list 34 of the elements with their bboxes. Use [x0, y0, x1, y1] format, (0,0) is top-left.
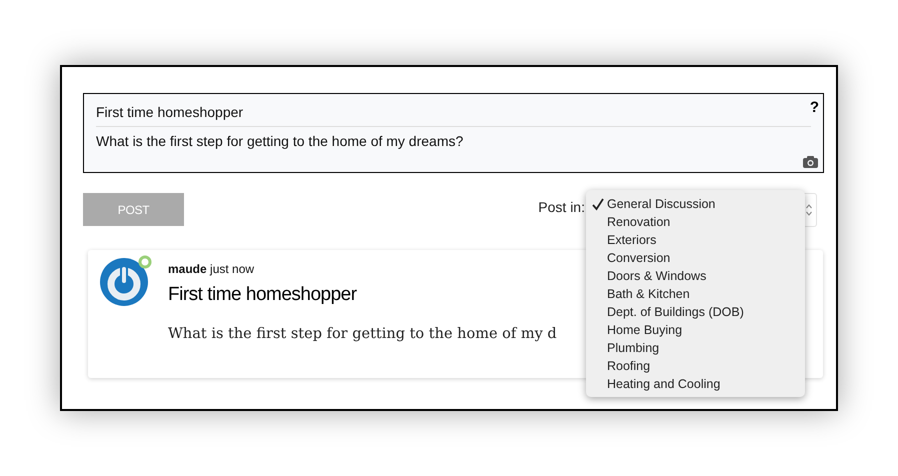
post-body: What is the first step for getting to the home of my d [168, 326, 557, 342]
help-link[interactable]: ? [810, 99, 819, 116]
menu-item[interactable]: Renovation [586, 213, 805, 231]
title-input[interactable]: First time homeshopper [96, 94, 811, 127]
menu-item[interactable]: Conversion [586, 249, 805, 267]
menu-item-label: Heating and Cooling [607, 377, 720, 391]
menu-item-label: Home Buying [607, 323, 682, 337]
menu-item-label: Bath & Kitchen [607, 287, 690, 301]
post-title[interactable]: First time homeshopper [168, 284, 557, 306]
menu-item[interactable]: Roofing [586, 357, 805, 375]
post-in-label: Post in: [538, 199, 585, 215]
menu-item[interactable]: Exteriors [586, 231, 805, 249]
menu-item[interactable]: General Discussion [586, 195, 805, 213]
menu-item-label: Dept. of Buildings (DOB) [607, 305, 744, 319]
menu-item[interactable]: Heating and Cooling [586, 375, 805, 393]
menu-item[interactable]: Dept. of Buildings (DOB) [586, 303, 805, 321]
menu-item[interactable]: Doors & Windows [586, 267, 805, 285]
menu-item-label: General Discussion [607, 197, 716, 211]
author-name[interactable]: maude [168, 262, 207, 276]
post-composer-field[interactable]: First time homeshopper What is the first step for getting to the home of my dreams? ? [83, 93, 824, 173]
menu-item-label: Roofing [607, 359, 650, 373]
camera-icon[interactable] [803, 156, 818, 168]
menu-item[interactable]: Home Buying [586, 321, 805, 339]
body-input[interactable]: What is the first step for getting to the home of my dreams? [96, 127, 811, 149]
post-time: just now [210, 262, 254, 276]
menu-item-label: Plumbing [607, 341, 660, 355]
chevron-icon [806, 203, 812, 217]
menu-item[interactable]: Plumbing [586, 339, 805, 357]
menu-item-label: Doors & Windows [607, 269, 706, 283]
menu-item-label: Renovation [607, 215, 670, 229]
menu-item-label: Exteriors [607, 233, 656, 247]
menu-item-label: Conversion [607, 251, 670, 265]
avatar-icon [100, 258, 148, 306]
menu-item[interactable]: Bath & Kitchen [586, 285, 805, 303]
